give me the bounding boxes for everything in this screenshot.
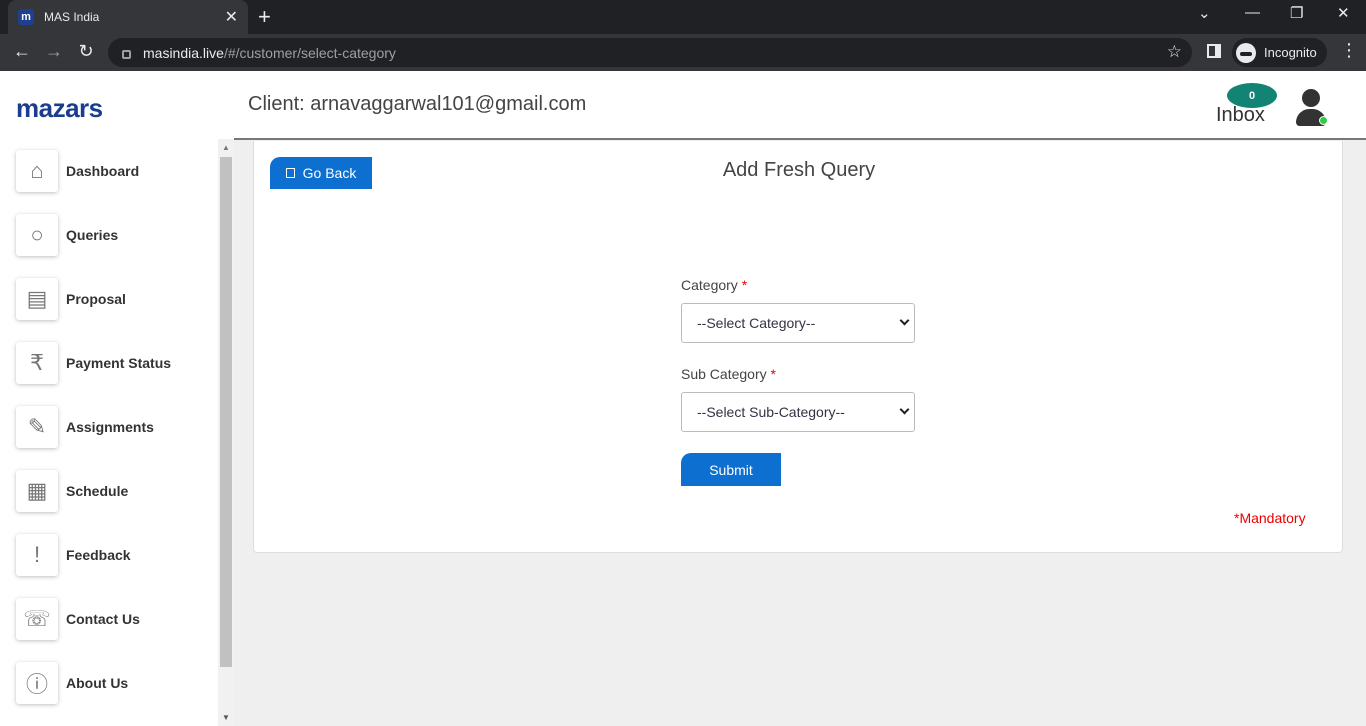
sidebar-item-about-us[interactable]: ⓘ About Us xyxy=(16,661,216,705)
sidebar: ⌂ Dashboard ○ Queries ▤ Proposal ₹ Payme… xyxy=(0,139,234,726)
sidebar-item-label: About Us xyxy=(66,675,129,691)
page-title: Add Fresh Query xyxy=(722,159,876,181)
info-icon: ⓘ xyxy=(16,662,58,704)
tab-title: MAS India xyxy=(44,10,100,24)
inbox-link[interactable]: Inbox xyxy=(1216,104,1265,127)
sidebar-item-label: Feedback xyxy=(66,547,131,563)
mazars-logo[interactable]: mazars xyxy=(16,93,103,124)
proposal-icon: ▤ xyxy=(16,278,58,320)
sidebar-item-label: Dashboard xyxy=(66,163,140,179)
subcategory-select[interactable]: --Select Sub-Category-- xyxy=(681,392,915,432)
url-host: masindia.live xyxy=(143,44,224,61)
sidebar-item-proposal[interactable]: ▤ Proposal xyxy=(16,277,216,321)
restore-icon[interactable]: ❐ xyxy=(1290,4,1303,22)
document-edit-icon: ✎ xyxy=(16,406,58,448)
sidebar-item-feedback[interactable]: ! Feedback xyxy=(16,533,216,577)
sidebar-item-label: Assignments xyxy=(66,419,154,435)
home-icon: ⌂ xyxy=(16,150,58,192)
client-email: Client: arnavaggarwal101@gmail.com xyxy=(248,93,587,115)
incognito-icon xyxy=(1236,42,1256,63)
contact-book-icon: ☏ xyxy=(16,598,58,640)
window-close-icon[interactable]: ✕ xyxy=(1337,4,1350,22)
feedback-icon: ! xyxy=(16,534,58,576)
app-header: mazars Client: arnavaggarwal101@gmail.co… xyxy=(0,71,1366,140)
scroll-thumb[interactable] xyxy=(220,157,232,667)
sidebar-item-label: Proposal xyxy=(66,291,126,307)
sidebar-scrollbar[interactable]: ▲ ▼ xyxy=(218,139,234,726)
reload-icon[interactable]: ↻ xyxy=(74,41,98,62)
sidebar-item-schedule[interactable]: ▦ Schedule xyxy=(16,469,216,513)
sidebar-item-payment-status[interactable]: ₹ Payment Status xyxy=(16,341,216,385)
browser-toolbar: ← → ↻ masindia.live /#/customer/select-c… xyxy=(0,34,1366,71)
lock-icon xyxy=(122,49,131,59)
browser-menu-icon[interactable]: ⋮ xyxy=(1340,40,1358,61)
minimize-icon[interactable]: — xyxy=(1245,4,1260,21)
sidebar-item-label: Contact Us xyxy=(66,611,140,627)
scroll-down-icon[interactable]: ▼ xyxy=(222,713,230,722)
online-status-icon xyxy=(1319,116,1328,125)
rupee-refresh-icon: ₹ xyxy=(16,342,58,384)
required-mark: * xyxy=(741,277,748,293)
category-label-text: Category xyxy=(681,277,738,293)
side-panel-icon[interactable] xyxy=(1207,44,1221,58)
chevron-down-icon xyxy=(899,404,910,415)
forward-arrow-icon[interactable]: → xyxy=(42,41,66,62)
submit-button[interactable]: Submit xyxy=(681,453,781,486)
search-icon: ○ xyxy=(16,214,58,256)
required-mark: * xyxy=(770,366,776,382)
subcategory-label: Sub Category * xyxy=(681,366,776,382)
tab-search-icon[interactable]: ⌄ xyxy=(1198,4,1211,22)
new-tab-icon[interactable]: + xyxy=(258,4,271,30)
scroll-up-icon[interactable]: ▲ xyxy=(222,143,230,152)
incognito-label: Incognito xyxy=(1264,45,1317,60)
sidebar-item-label: Payment Status xyxy=(66,355,172,371)
sidebar-item-queries[interactable]: ○ Queries xyxy=(16,213,216,257)
url-path: /#/customer/select-category xyxy=(223,44,396,61)
user-avatar-icon[interactable] xyxy=(1294,89,1328,129)
calendar-clock-icon: ▦ xyxy=(16,470,58,512)
sidebar-item-label: Queries xyxy=(66,227,119,243)
incognito-badge[interactable]: Incognito xyxy=(1232,38,1327,67)
category-label: Category * xyxy=(681,277,747,293)
mandatory-note: *Mandatory xyxy=(1234,510,1306,526)
subcategory-select-value: --Select Sub-Category-- xyxy=(697,404,845,420)
browser-tab[interactable]: m MAS India ✕ xyxy=(8,0,248,34)
subcategory-label-text: Sub Category xyxy=(681,366,767,382)
browser-tab-strip: m MAS India ✕ + ⌄ — ❐ ✕ xyxy=(0,0,1366,34)
category-select-value: --Select Category-- xyxy=(697,315,816,331)
sidebar-item-contact-us[interactable]: ☏ Contact Us xyxy=(16,597,216,641)
sidebar-item-assignments[interactable]: ✎ Assignments xyxy=(16,405,216,449)
back-arrow-icon[interactable]: ← xyxy=(10,41,34,62)
query-form-card: Go Back Add Fresh Query Category * --Sel… xyxy=(253,141,1343,553)
sidebar-item-dashboard[interactable]: ⌂ Dashboard xyxy=(16,149,216,193)
category-select[interactable]: --Select Category-- xyxy=(681,303,915,343)
chevron-down-icon xyxy=(899,315,910,326)
sidebar-item-label: Schedule xyxy=(66,483,129,499)
address-bar[interactable]: masindia.live /#/customer/select-categor… xyxy=(108,38,1192,67)
header-divider xyxy=(234,138,1366,140)
tab-close-icon[interactable]: ✕ xyxy=(225,7,238,27)
site-favicon-icon: m xyxy=(18,9,34,25)
bookmark-star-icon[interactable]: ☆ xyxy=(1167,42,1182,62)
